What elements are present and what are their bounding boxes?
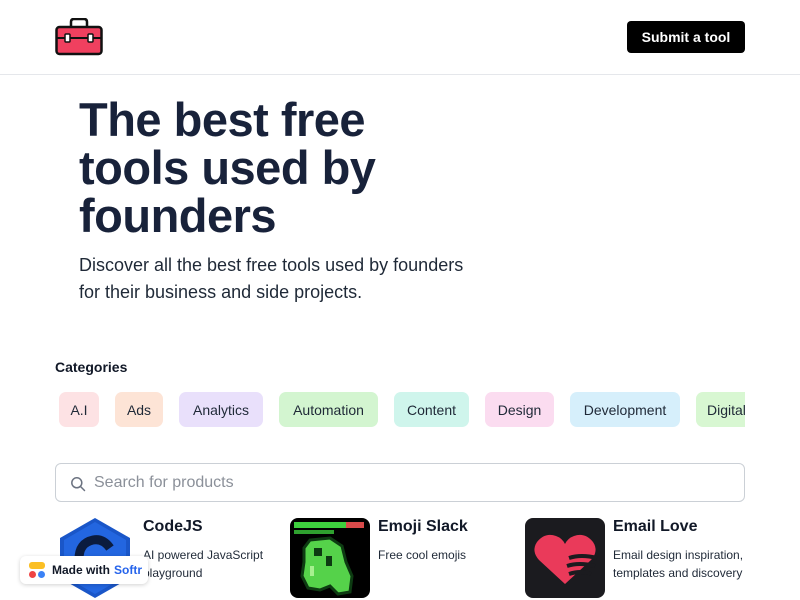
- product-name: CodeJS: [143, 518, 203, 535]
- category-chip-design[interactable]: Design: [485, 392, 554, 427]
- product-description: AI powered JavaScript playground: [143, 548, 264, 580]
- heart-icon: [525, 518, 605, 598]
- category-chip-automation[interactable]: Automation: [279, 392, 378, 427]
- softr-logo-icon: [29, 562, 45, 578]
- category-chip-ai[interactable]: A.I: [59, 392, 99, 427]
- categories-label: Categories: [55, 359, 128, 375]
- search-input[interactable]: [94, 464, 734, 501]
- toolbox-icon[interactable]: [55, 18, 103, 56]
- submit-tool-button[interactable]: Submit a tool: [627, 21, 745, 53]
- hero-title-line: tools used by: [79, 141, 376, 194]
- hero-title-line: The best free: [79, 93, 366, 146]
- category-chip-analytics[interactable]: Analytics: [179, 392, 263, 427]
- badge-prefix: Made with: [52, 563, 111, 577]
- hero-title-line: founders: [79, 189, 277, 242]
- product-name: Emoji Slack: [378, 518, 468, 535]
- badge-label: Made with Softr: [52, 563, 142, 577]
- category-chip-digital[interactable]: Digital: [696, 392, 745, 427]
- product-description: Free cool emojis: [378, 548, 467, 562]
- hero-subtitle-line: for their business and side projects.: [79, 282, 363, 302]
- category-chip-list: A.I Ads Analytics Automation Content Des…: [55, 392, 745, 428]
- category-chip-development[interactable]: Development: [570, 392, 680, 427]
- hero-subtitle-line: Discover all the best free tools used by…: [79, 255, 464, 275]
- made-with-softr-badge[interactable]: Made with Softr: [20, 556, 148, 584]
- pixel-blob-icon: [290, 518, 370, 598]
- hero-subtitle: Discover all the best free tools used by…: [79, 252, 519, 306]
- product-description: Email design inspiration, templates and …: [613, 548, 744, 580]
- hero-title: The best free tools used by founders: [79, 96, 499, 240]
- top-navbar: Submit a tool: [0, 0, 800, 75]
- category-chip-ads[interactable]: Ads: [115, 392, 163, 427]
- badge-brand: Softr: [114, 563, 143, 577]
- category-chip-content[interactable]: Content: [394, 392, 469, 427]
- search-icon: [71, 477, 86, 492]
- product-name: Email Love: [613, 518, 698, 535]
- product-search-box: [55, 463, 745, 502]
